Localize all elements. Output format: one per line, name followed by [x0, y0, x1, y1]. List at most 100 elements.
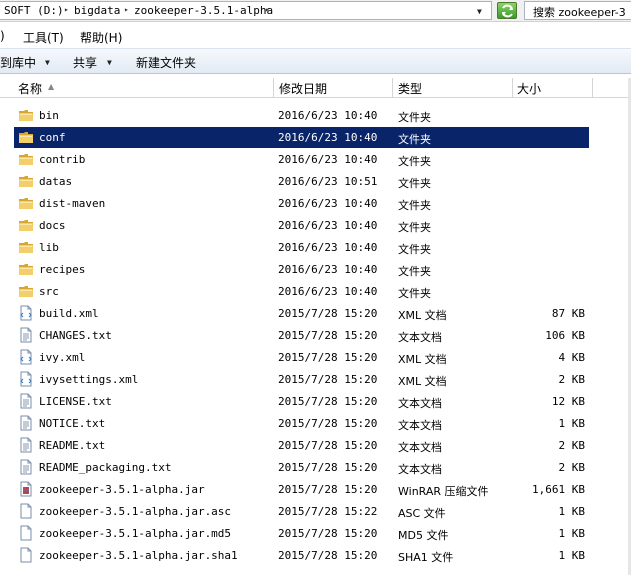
file-row[interactable]: zookeeper-3.5.1-alpha.jar.asc 2015/7/28 1… — [14, 501, 589, 522]
text-file-icon — [18, 437, 34, 453]
file-date: 2015/7/28 15:20 — [278, 461, 378, 474]
breadcrumb-bigdata[interactable]: bigdata — [74, 4, 120, 17]
file-row[interactable]: README_packaging.txt 2015/7/28 15:20 文本文档 2… — [14, 457, 589, 478]
refresh-icon — [502, 4, 513, 18]
file-type: MD5 文件 — [398, 529, 449, 542]
blank-file-icon — [18, 525, 34, 541]
column-header-name[interactable]: 名称 ▲ — [0, 78, 274, 98]
folder-icon — [18, 173, 34, 189]
column-label: 大小 — [517, 82, 542, 96]
breadcrumb-drive[interactable]: SOFT (D:) — [4, 4, 64, 17]
file-row[interactable]: NOTICE.txt 2015/7/28 15:20 文本文档 1 KB — [14, 413, 589, 434]
column-header: 名称 ▲ 修改日期 类型 大小 — [0, 78, 631, 98]
file-date: 2015/7/28 15:20 — [278, 527, 378, 540]
sort-ascending-icon: ▲ — [48, 82, 55, 91]
file-size: 106 KB — [545, 329, 585, 342]
breadcrumb-separator-icon[interactable]: ▸ — [124, 5, 129, 14]
text-file-icon — [18, 327, 34, 343]
xml-file-icon — [18, 371, 34, 387]
share-button[interactable]: 共享 — [73, 54, 97, 71]
file-name: zookeeper-3.5.1-alpha.jar — [39, 483, 205, 496]
file-name: zookeeper-3.5.1-alpha.jar.md5 — [39, 527, 232, 540]
file-type: SHA1 文件 — [398, 551, 454, 564]
file-date: 2015/7/28 15:20 — [278, 329, 378, 342]
file-name: README.txt — [39, 439, 106, 452]
file-row-selected[interactable]: conf 2016/6/23 10:40 文件夹 — [14, 127, 589, 148]
file-date: 2016/6/23 10:40 — [278, 109, 378, 122]
file-size: 1 KB — [558, 527, 586, 540]
file-row[interactable]: ivy.xml 2015/7/28 15:20 XML 文档 4 KB — [14, 347, 589, 368]
menu-item-partial[interactable]: ) — [0, 29, 5, 43]
text-file-icon — [18, 459, 34, 475]
file-row[interactable]: zookeeper-3.5.1-alpha.jar 2015/7/28 15:20… — [14, 479, 589, 500]
archive-file-icon — [18, 481, 34, 497]
file-row[interactable]: README.txt 2015/7/28 15:20 文本文档 2 KB — [14, 435, 589, 456]
file-row[interactable]: recipes 2016/6/23 10:40 文件夹 — [14, 259, 589, 280]
file-row[interactable]: LICENSE.txt 2015/7/28 15:20 文本文档 12 KB — [14, 391, 589, 412]
file-date: 2016/6/23 10:51 — [278, 175, 378, 188]
file-row[interactable]: docs 2016/6/23 10:40 文件夹 — [14, 215, 589, 236]
column-header-type[interactable]: 类型 — [393, 78, 513, 98]
file-type: 文件夹 — [398, 177, 431, 190]
new-folder-button[interactable]: 新建文件夹 — [136, 54, 196, 71]
folder-icon — [18, 151, 34, 167]
file-date: 2016/6/23 10:40 — [278, 285, 378, 298]
breadcrumb-zookeeper[interactable]: zookeeper-3.5.1-alpha — [134, 4, 273, 17]
blank-file-icon — [18, 503, 34, 519]
file-type: 文本文档 — [398, 441, 442, 454]
blank-file-icon — [18, 547, 34, 563]
breadcrumb-separator-icon[interactable]: ▸ — [265, 5, 270, 14]
file-type: 文本文档 — [398, 419, 442, 432]
file-row[interactable]: src 2016/6/23 10:40 文件夹 — [14, 281, 589, 302]
file-type: ASC 文件 — [398, 507, 446, 520]
file-date: 2015/7/28 15:20 — [278, 395, 378, 408]
file-size: 2 KB — [558, 373, 586, 386]
column-label: 修改日期 — [279, 82, 328, 96]
breadcrumb-separator-icon[interactable]: ▸ — [64, 5, 69, 14]
file-name: docs — [39, 219, 66, 232]
file-type: 文件夹 — [398, 199, 431, 212]
search-input[interactable]: 搜索 zookeeper-3 — [524, 1, 631, 20]
address-bar[interactable]: SOFT (D:) ▸ bigdata ▸ zookeeper-3.5.1-al… — [0, 1, 492, 20]
folder-icon — [18, 283, 34, 299]
file-date: 2015/7/28 15:20 — [278, 373, 378, 386]
file-date: 2015/7/28 15:20 — [278, 351, 378, 364]
menu-item-tools[interactable]: 工具(T) — [23, 29, 64, 46]
column-header-date[interactable]: 修改日期 — [274, 78, 393, 98]
menu-item-help[interactable]: 帮助(H) — [80, 29, 122, 46]
file-row[interactable]: datas 2016/6/23 10:51 文件夹 — [14, 171, 589, 192]
file-size: 2 KB — [558, 439, 586, 452]
file-row[interactable]: lib 2016/6/23 10:40 文件夹 — [14, 237, 589, 258]
file-type: 文件夹 — [398, 287, 431, 300]
file-row[interactable]: bin 2016/6/23 10:40 文件夹 — [14, 105, 589, 126]
file-name: LICENSE.txt — [39, 395, 112, 408]
column-header-size[interactable]: 大小 — [513, 78, 593, 98]
file-row[interactable]: zookeeper-3.5.1-alpha.jar.md5 2015/7/28 1… — [14, 523, 589, 544]
file-row[interactable]: ivysettings.xml 2015/7/28 15:20 XML 文档 2 KB — [14, 369, 589, 390]
file-name: dist-maven — [39, 197, 106, 210]
file-row[interactable]: build.xml 2015/7/28 15:20 XML 文档 87 KB — [14, 303, 589, 324]
file-date: 2015/7/28 15:20 — [278, 417, 378, 430]
column-label: 名称 — [18, 82, 43, 96]
folder-icon — [18, 129, 34, 145]
file-date: 2015/7/28 15:20 — [278, 307, 378, 320]
file-row[interactable]: CHANGES.txt 2015/7/28 15:20 文本文档 106 KB — [14, 325, 589, 346]
file-name: src — [39, 285, 59, 298]
file-date: 2015/7/28 15:22 — [278, 505, 378, 518]
file-row[interactable]: dist-maven 2016/6/23 10:40 文件夹 — [14, 193, 589, 214]
file-size: 4 KB — [558, 351, 586, 364]
address-history-chevron-down-icon[interactable]: ▼ — [477, 7, 482, 16]
file-name: README_packaging.txt — [39, 461, 172, 474]
refresh-button[interactable] — [497, 2, 517, 19]
include-in-library-button[interactable]: 到库中 — [0, 54, 36, 71]
file-type: XML 文档 — [398, 353, 447, 366]
file-type: XML 文档 — [398, 375, 447, 388]
file-row[interactable]: zookeeper-3.5.1-alpha.jar.sha1 2015/7/28 … — [14, 545, 589, 566]
file-date: 2016/6/23 10:40 — [278, 131, 378, 144]
file-type: 文本文档 — [398, 397, 442, 410]
file-date: 2015/7/28 15:20 — [278, 549, 378, 562]
file-type: 文件夹 — [398, 133, 431, 146]
file-size: 87 KB — [551, 307, 585, 320]
file-name: recipes — [39, 263, 86, 276]
file-row[interactable]: contrib 2016/6/23 10:40 文件夹 — [14, 149, 589, 170]
